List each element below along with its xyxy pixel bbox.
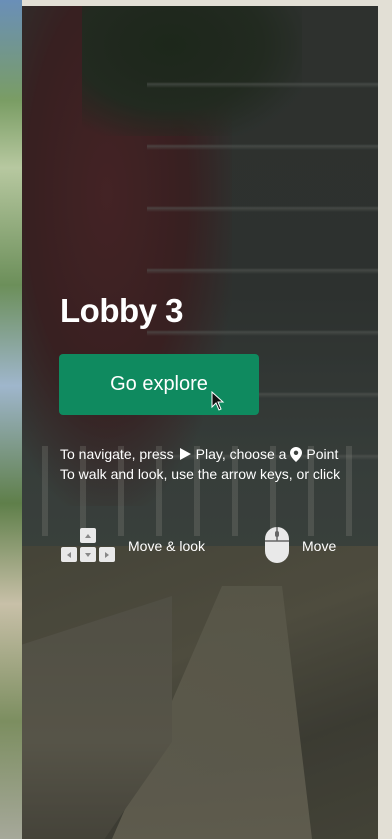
left-key-icon [61,547,77,562]
arrow-keys-icon [60,528,116,564]
instruction-point-text: Point [306,446,339,462]
instruction-line-2: To walk and look, use the arrow keys, or… [60,464,378,484]
cursor-icon [211,391,225,411]
instruction-line-1: To navigate, press Play, choose a Point [60,444,378,464]
tour-title: Lobby 3 [60,292,184,329]
keys-hint: Move & look [60,524,205,568]
control-hints: Move & look Move [60,524,378,568]
location-pin-icon [290,446,303,462]
tour-intro-panel: Lobby 3 Go explore To navigate, press Pl… [22,6,378,839]
mouse-icon [264,526,290,567]
background-page-strip [0,0,22,839]
navigation-instructions: To navigate, press Play, choose a Point … [60,444,378,484]
scene-overlay [22,6,378,839]
go-explore-button[interactable]: Go explore [59,354,259,415]
instruction-walk-text: To walk and look, use the arrow keys, or… [60,466,341,482]
right-key-icon [99,547,115,562]
down-key-icon [80,547,96,562]
mouse-hint: Move [264,524,336,568]
keys-hint-label: Move & look [128,538,206,554]
up-key-icon [80,528,96,543]
instruction-play-text: Play, choose a [195,446,287,462]
play-icon [178,447,192,461]
mouse-hint-label: Move [302,538,337,554]
instruction-prefix: To navigate, press [60,446,174,462]
